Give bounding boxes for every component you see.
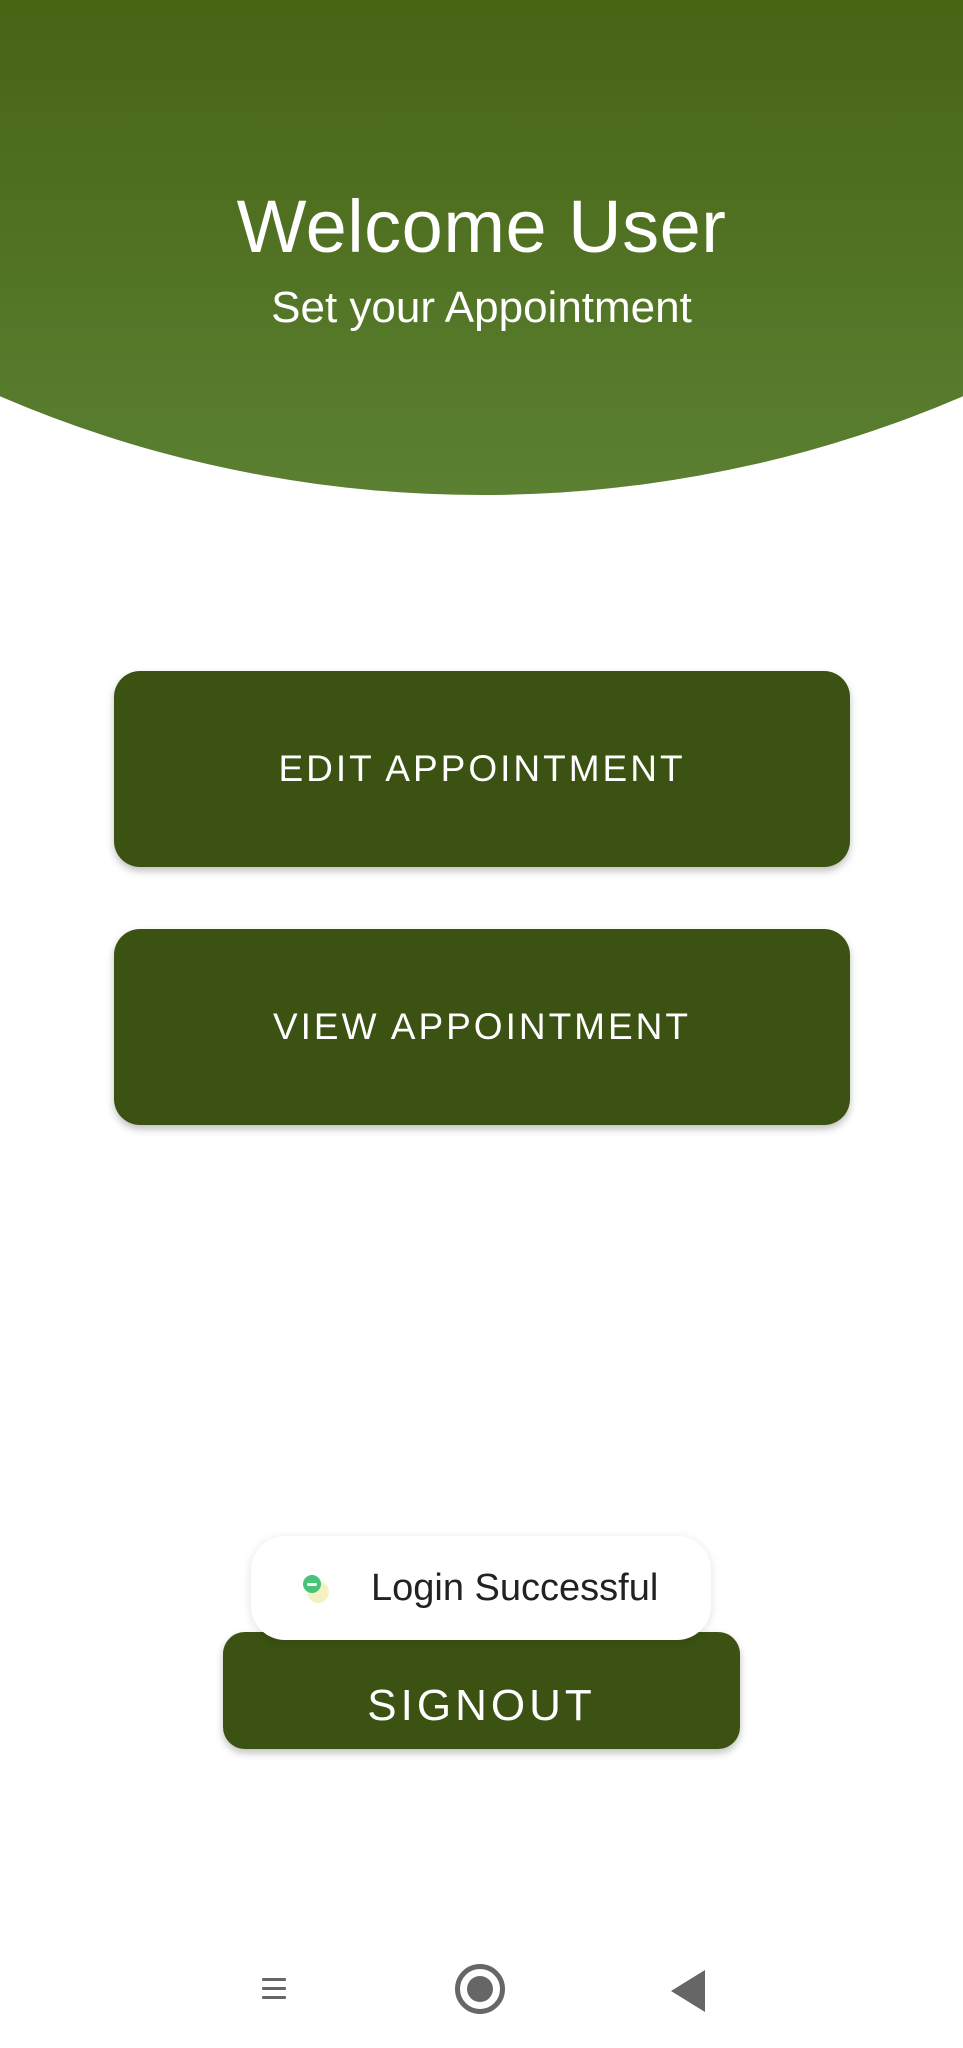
view-appointment-button[interactable]: VIEW APPOINTMENT [114,929,850,1125]
menu-icon[interactable] [262,1978,286,2005]
menu-line [262,1996,286,1999]
menu-line [262,1978,286,1981]
toast-notification: Login Successful [251,1536,711,1640]
toast-message: Login Successful [371,1566,659,1609]
header: Welcome User Set your Appointment [0,0,963,495]
page-subtitle: Set your Appointment [271,283,692,332]
menu-line [262,1987,286,1990]
app-screen: Welcome User Set your Appointment EDIT A… [0,0,963,2048]
app-icon-dot [303,1575,321,1593]
edit-appointment-button[interactable]: EDIT APPOINTMENT [114,671,850,867]
back-icon[interactable] [671,1970,705,2012]
system-navigation-bar [0,1940,963,2040]
page-title: Welcome User [236,185,727,268]
signout-button[interactable]: SIGNOUT [223,1632,740,1749]
home-icon[interactable] [455,1964,505,2014]
app-icon [303,1575,329,1603]
